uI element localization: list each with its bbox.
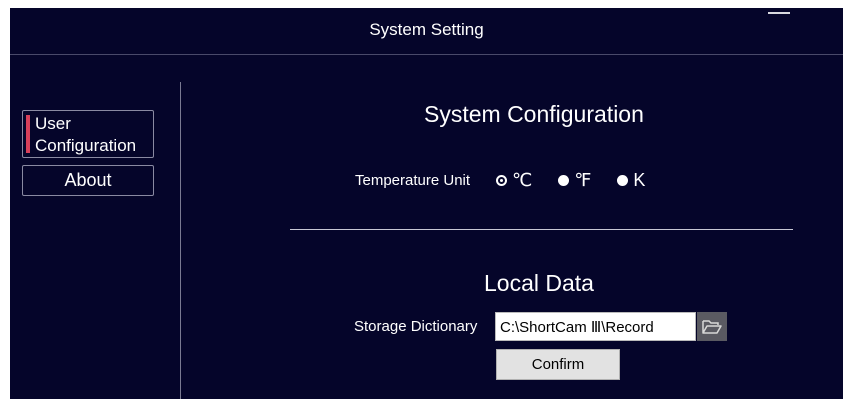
confirm-button[interactable]: Confirm	[496, 349, 620, 380]
radio-unselected-icon	[617, 174, 629, 186]
settings-window: System Setting User Configuration About …	[10, 8, 843, 399]
sidebar-divider	[180, 82, 181, 399]
folder-open-icon	[702, 319, 722, 334]
sidebar-item-label: Configuration	[35, 136, 137, 155]
radio-selected-icon	[496, 174, 507, 186]
radio-label: K	[633, 169, 646, 190]
sidebar-item-about[interactable]: About	[22, 165, 154, 196]
temperature-unit-label: Temperature Unit	[355, 172, 471, 189]
local-data-title: Local Data	[484, 270, 594, 296]
temperature-unit-radio-group: ℃ ℉ K	[496, 169, 671, 191]
section-divider	[290, 229, 793, 230]
sidebar-item-label: About	[64, 170, 112, 190]
radio-kelvin[interactable]: K	[617, 170, 645, 191]
radio-label: ℃	[512, 169, 533, 190]
storage-path-input[interactable]	[495, 312, 696, 341]
radio-celsius[interactable]: ℃	[496, 170, 532, 191]
window-control-icon[interactable]	[768, 8, 790, 14]
system-configuration-title: System Configuration	[424, 101, 644, 127]
radio-label: ℉	[574, 169, 592, 190]
sidebar-item-user-configuration[interactable]: User Configuration	[22, 110, 154, 158]
window-title: System Setting	[369, 20, 484, 39]
radio-unselected-icon	[558, 174, 570, 186]
storage-dictionary-label: Storage Dictionary	[354, 318, 478, 335]
sidebar-item-label: User	[35, 114, 71, 133]
title-bar: System Setting	[10, 8, 843, 55]
browse-folder-button[interactable]	[697, 312, 727, 341]
radio-fahrenheit[interactable]: ℉	[558, 170, 591, 191]
